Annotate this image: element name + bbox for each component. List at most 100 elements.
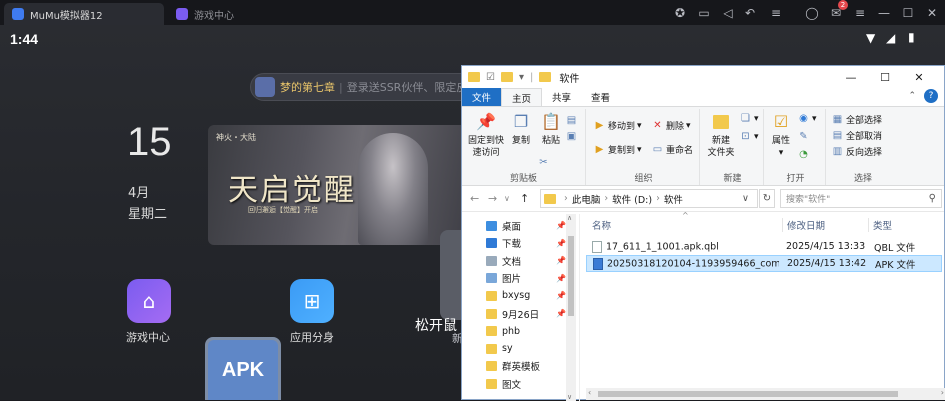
edit-button[interactable]: ✎: [798, 131, 812, 142]
scroll-up-icon[interactable]: ∧: [567, 214, 572, 222]
move-to-button[interactable]: ▶ 移动到 ▾: [594, 119, 642, 132]
scroll-right-icon[interactable]: ›: [941, 388, 944, 397]
column-header-name[interactable]: 名称: [592, 218, 611, 232]
breadcrumb-this-pc[interactable]: 此电脑: [572, 192, 601, 206]
nav-item-label: bxysg: [502, 290, 531, 302]
pin-icon[interactable]: 📌: [556, 256, 566, 265]
app-clone-icon[interactable]: ⊞: [290, 279, 334, 323]
select-all-icon: ▦: [832, 114, 843, 125]
scroll-left-icon[interactable]: ‹: [588, 388, 591, 397]
apk-drag-ghost[interactable]: APK: [205, 337, 281, 400]
properties-button[interactable]: ☑ 属性 ▾: [768, 111, 794, 159]
breadcrumb-folder[interactable]: 软件: [664, 192, 683, 206]
tab-game-center[interactable]: 游戏中心: [168, 3, 318, 25]
easy-access-button[interactable]: ⊡ ▾: [740, 131, 758, 142]
nav-scrollbar[interactable]: ∧ ∨: [566, 214, 576, 401]
open-button[interactable]: ◉ ▾: [798, 113, 816, 124]
nav-item[interactable]: bxysg 📌: [462, 287, 566, 304]
invert-selection-button[interactable]: ▥ 反向选择: [832, 145, 882, 158]
tab-mumu-emulator[interactable]: MuMu模拟器12: [4, 3, 164, 25]
tab-view[interactable]: 查看: [581, 88, 620, 106]
nav-item[interactable]: 下载 📌: [462, 235, 566, 252]
quick-access-dropdown-icon[interactable]: ▾: [519, 72, 524, 83]
up-arrow-icon[interactable]: ↑: [520, 192, 529, 205]
nav-item-label: 桌面: [502, 221, 522, 233]
pin-icon[interactable]: 📌: [556, 309, 566, 318]
gift-icon[interactable]: ✪: [670, 3, 690, 23]
copy-button[interactable]: ❐ 复制: [508, 111, 534, 147]
pin-icon[interactable]: 📌: [556, 274, 566, 283]
drop-hint-title: 松开鼠: [415, 318, 457, 334]
nav-item[interactable]: phb: [462, 323, 566, 340]
keyboard-icon[interactable]: ▭: [694, 3, 714, 23]
copy-to-button[interactable]: ▶ 复制到 ▾: [594, 143, 642, 156]
nav-scroll-thumb[interactable]: [568, 236, 574, 316]
rename-button[interactable]: ▭ 重命名: [652, 143, 693, 156]
horizontal-scroll-thumb[interactable]: [598, 391, 898, 397]
delete-button[interactable]: ✕ 删除 ▾: [652, 119, 690, 132]
recent-dropdown-icon[interactable]: ∨: [504, 194, 510, 203]
chevron-up-icon[interactable]: ⌃: [908, 91, 916, 101]
move-to-icon: ▶: [595, 120, 604, 131]
user-icon[interactable]: ◯: [802, 3, 822, 23]
file-modified: 2025/4/15 13:42: [787, 258, 867, 269]
pin-icon[interactable]: 📌: [556, 221, 566, 230]
new-folder-button[interactable]: 新建 文件夹: [704, 111, 738, 159]
tab-home[interactable]: 主页: [501, 88, 543, 106]
cut-button[interactable]: ✂: [538, 157, 552, 168]
nav-item[interactable]: 9月26日 📌: [462, 305, 566, 322]
game-banner[interactable]: 神火・大陆 天启觉醒 回归邂逅【觉醒】开启: [208, 125, 470, 245]
search-input[interactable]: 搜索"软件" ⚲: [780, 189, 942, 208]
paste-button[interactable]: 📋 粘贴: [538, 111, 564, 147]
nav-item[interactable]: 群英模板: [462, 358, 566, 375]
copy-path-button[interactable]: ▤: [566, 115, 580, 126]
new-item-button[interactable]: ❏ ▾: [740, 113, 759, 124]
minimize-icon[interactable]: —: [874, 3, 894, 23]
settings-menu-icon[interactable]: ≡: [850, 3, 870, 23]
breadcrumb-drive[interactable]: 软件 (D:): [612, 192, 652, 206]
close-icon[interactable]: ✕: [922, 3, 942, 23]
minimize-icon[interactable]: —: [834, 66, 868, 88]
file-row[interactable]: 17_611_1_1001.apk.qbl 2025/4/15 13:33 QBL …: [586, 238, 942, 255]
refresh-icon[interactable]: ↻: [759, 189, 775, 208]
close-icon[interactable]: ✕: [902, 66, 936, 88]
pin-quick-access-button[interactable]: 📌 固定到快 速访问: [466, 111, 506, 159]
nav-item[interactable]: 图文: [462, 375, 566, 392]
file-type: APK 文件: [875, 259, 916, 271]
pin-icon[interactable]: 📌: [556, 291, 566, 300]
address-bar[interactable]: › 此电脑 › 软件 (D:) › 软件 ∨: [540, 189, 758, 208]
folder-icon: [539, 71, 552, 83]
chevron-down-icon[interactable]: ∨: [742, 193, 749, 204]
history-button[interactable]: ◔: [798, 149, 812, 160]
maximize-icon[interactable]: ☐: [898, 3, 918, 23]
horizontal-scrollbar[interactable]: ‹ ›: [586, 388, 945, 400]
properties-qa-icon[interactable]: ☑: [486, 72, 495, 83]
help-icon[interactable]: ?: [924, 89, 938, 103]
nav-item[interactable]: 图片 📌: [462, 270, 566, 287]
nav-item[interactable]: sy: [462, 340, 566, 357]
volume-icon[interactable]: ◁: [718, 3, 738, 23]
date-day: 15: [127, 120, 172, 164]
menu-icon[interactable]: ≡: [766, 3, 786, 23]
nav-item[interactable]: 文档 📌: [462, 252, 566, 269]
back-icon[interactable]: ↶: [740, 3, 760, 23]
select-all-button[interactable]: ▦ 全部选择: [832, 113, 882, 126]
tab-share[interactable]: 共享: [542, 88, 581, 106]
select-none-button[interactable]: ▤ 全部取消: [832, 129, 882, 142]
pin-icon[interactable]: 📌: [556, 239, 566, 248]
gamepad-icon[interactable]: ⌂: [127, 279, 171, 323]
new-folder-qa-icon[interactable]: [500, 71, 513, 83]
nav-item[interactable]: 桌面 📌: [462, 217, 566, 234]
column-header-type[interactable]: 类型: [868, 218, 892, 232]
column-header-modified[interactable]: 修改日期: [782, 218, 825, 232]
invert-selection-icon: ▥: [832, 146, 843, 157]
forward-arrow-icon[interactable]: →: [488, 192, 497, 205]
button-label: 重命名: [666, 146, 694, 156]
tab-file[interactable]: 文件: [462, 88, 502, 106]
file-row[interactable]: 20250318120104-1193959466_com.jg... 2025/…: [586, 255, 942, 272]
tab-label: 游戏中心: [194, 10, 234, 22]
paste-shortcut-button[interactable]: ▣: [566, 131, 580, 142]
maximize-icon[interactable]: ☐: [868, 66, 902, 88]
back-arrow-icon[interactable]: ←: [470, 192, 479, 205]
app-label-game-center: 游戏中心: [126, 331, 170, 344]
